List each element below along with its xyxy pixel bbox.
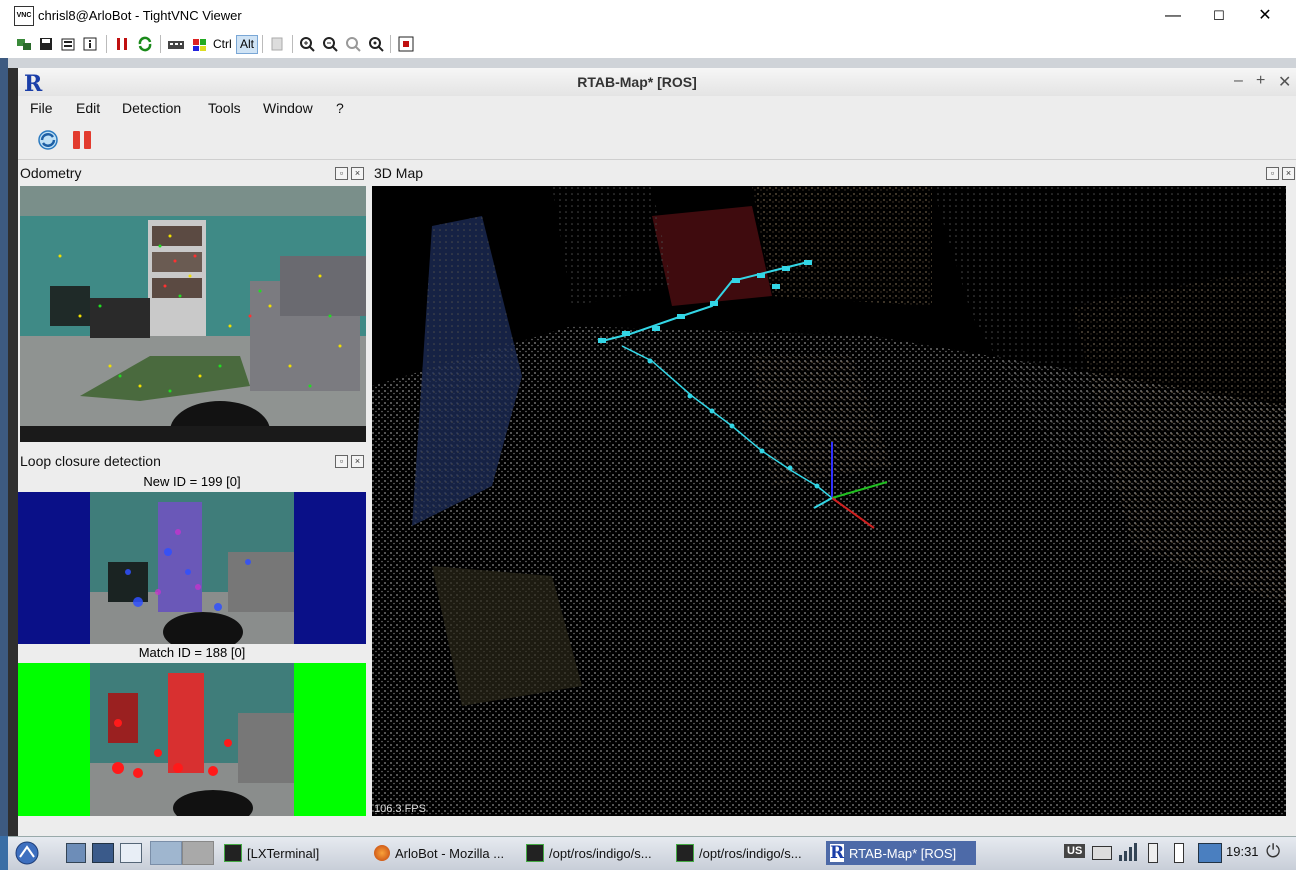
vnc-title-bar: VNC chrisl8@ArloBot - TightVNC Viewer — … (0, 0, 1296, 31)
menu-file[interactable]: File (30, 100, 53, 116)
clipboard-icon[interactable] (267, 34, 287, 54)
battery-icon[interactable] (1148, 843, 1158, 863)
menu-detection[interactable]: Detection (122, 100, 181, 116)
terminal-icon (224, 844, 242, 862)
rtabmap-window-title: RTAB-Map* [ROS] (577, 74, 697, 90)
loop-closure-panel-title: Loop closure detection (20, 453, 161, 469)
pause-icon[interactable] (112, 34, 132, 54)
terminal-icon (526, 844, 544, 862)
taskbar-item-lxterminal[interactable]: [LXTerminal] (224, 841, 364, 865)
odometry-float-button[interactable]: ▫ (335, 167, 348, 180)
taskbar-item-rtabmap[interactable]: R RTAB-Map* [ROS] (826, 841, 976, 865)
taskbar-item-label: /opt/ros/indigo/s... (549, 845, 652, 861)
zoom-out-icon[interactable] (320, 34, 340, 54)
match-signature-image (18, 663, 366, 816)
match-id-label: Match ID = 188 [0] (138, 645, 246, 660)
taskbar-item-terminal-1[interactable]: /opt/ros/indigo/s... (526, 841, 671, 865)
vnc-minimize-button[interactable]: — (1150, 0, 1196, 31)
reset-icon[interactable] (36, 128, 60, 152)
rtabmap-icon: R (830, 843, 845, 863)
rtabmap-maximize-button[interactable]: + (1256, 72, 1265, 90)
zoom-100-icon[interactable] (343, 34, 363, 54)
battery-2-icon[interactable] (1174, 843, 1184, 863)
menu-tools[interactable]: Tools (208, 100, 241, 116)
send-ctrl-esc-icon[interactable] (190, 34, 210, 54)
rtabmap-toolbar (18, 122, 1296, 160)
map3d-panel-title: 3D Map (374, 165, 424, 181)
clock[interactable]: 19:31 (1226, 844, 1259, 859)
show-desktop-icon[interactable] (120, 843, 142, 863)
vnc-close-button[interactable]: ✕ (1242, 0, 1288, 31)
taskbar-item-label: RTAB-Map* [ROS] (849, 845, 957, 861)
info-icon[interactable] (80, 34, 100, 54)
workspace-2[interactable] (182, 841, 214, 865)
pause-detection-icon[interactable] (70, 128, 94, 152)
fullscreen-icon[interactable] (396, 34, 416, 54)
taskbar-item-label: [LXTerminal] (247, 845, 320, 861)
volume-folder-icon[interactable] (1198, 843, 1222, 863)
browser-launcher-icon[interactable] (92, 843, 114, 863)
send-ctrl-alt-del-icon[interactable] (166, 34, 186, 54)
refresh-icon[interactable] (135, 34, 155, 54)
rtabmap-title-bar: R RTAB-Map* [ROS] – + ✕ (18, 68, 1296, 97)
map3d-fps-label: 106.3 FPS (374, 803, 426, 815)
map3d-float-button[interactable]: ▫ (1266, 167, 1279, 180)
keyboard-layout-indicator[interactable]: US (1064, 844, 1086, 858)
vnc-window-title: chrisl8@ArloBot - TightVNC Viewer (38, 8, 242, 23)
new-id-label: New ID = 199 [0] (143, 474, 241, 489)
taskbar-item-label: /opt/ros/indigo/s... (699, 845, 802, 861)
vnc-toolbar: Ctrl Alt (0, 31, 1296, 59)
network-signal-icon[interactable] (1118, 843, 1138, 861)
map3d-view[interactable] (372, 186, 1286, 816)
remote-desktop-edge (0, 58, 8, 836)
zoom-in-icon[interactable] (297, 34, 317, 54)
power-icon[interactable]: ⏻ (1266, 841, 1280, 862)
new-signature-image (18, 492, 366, 644)
loop-closure-close-button[interactable]: × (351, 455, 364, 468)
zoom-auto-icon[interactable] (366, 34, 386, 54)
alt-key-button[interactable]: Alt (236, 35, 259, 54)
loop-closure-float-button[interactable]: ▫ (335, 455, 348, 468)
rtabmap-close-button[interactable]: ✕ (1278, 72, 1291, 92)
rtabmap-menu-bar: File Edit Detection Tools Window ? (18, 96, 1296, 122)
options-icon[interactable] (58, 34, 78, 54)
workspace-1[interactable] (150, 841, 182, 865)
odometry-camera-image (20, 186, 366, 442)
ctrl-key-button[interactable]: Ctrl (213, 37, 232, 51)
save-icon[interactable] (36, 34, 56, 54)
taskbar-item-firefox[interactable]: ArloBot - Mozilla ... (374, 841, 519, 865)
vnc-maximize-button[interactable]: ☐ (1196, 0, 1242, 31)
rtabmap-minimize-button[interactable]: – (1234, 72, 1243, 90)
keyboard-icon[interactable] (1092, 846, 1112, 860)
firefox-icon (374, 845, 390, 861)
lxde-taskbar: [LXTerminal] ArloBot - Mozilla ... /opt/… (8, 836, 1296, 870)
start-menu-icon[interactable] (12, 839, 42, 867)
map3d-close-button[interactable]: × (1282, 167, 1295, 180)
menu-help[interactable]: ? (336, 100, 344, 116)
vnc-app-icon: VNC (14, 6, 34, 26)
new-connection-icon[interactable] (14, 34, 34, 54)
terminal-icon (676, 844, 694, 862)
taskbar-item-label: ArloBot - Mozilla ... (395, 845, 505, 861)
odometry-close-button[interactable]: × (351, 167, 364, 180)
file-manager-icon[interactable] (66, 843, 86, 863)
odometry-panel-title: Odometry (20, 165, 82, 181)
menu-edit[interactable]: Edit (76, 100, 100, 116)
menu-window[interactable]: Window (263, 100, 313, 116)
taskbar-item-terminal-2[interactable]: /opt/ros/indigo/s... (676, 841, 821, 865)
rtabmap-window: R RTAB-Map* [ROS] – + ✕ File Edit Detect… (18, 68, 1296, 836)
